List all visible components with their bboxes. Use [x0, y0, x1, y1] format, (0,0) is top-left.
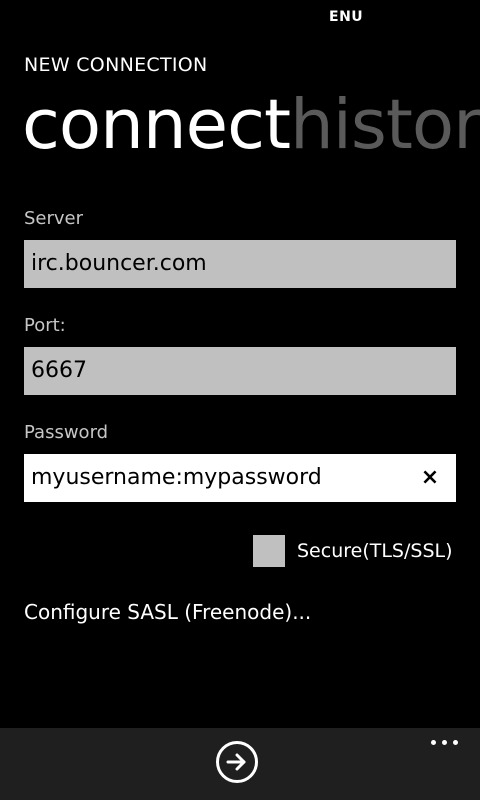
status-bar: ENU	[0, 0, 480, 34]
clear-icon[interactable]: ×	[418, 454, 442, 502]
pivot-tab-connect[interactable]: connect	[22, 82, 291, 168]
pivot-header-bar: connect history	[0, 82, 480, 172]
server-label: Server	[24, 208, 84, 229]
configure-sasl-link[interactable]: Configure SASL (Freenode)...	[24, 600, 311, 624]
ellipsis-icon[interactable]	[429, 738, 461, 748]
port-input[interactable]: 6667	[24, 347, 456, 395]
status-language: ENU	[329, 9, 364, 25]
secure-checkbox-row[interactable]: Secure(TLS/SSL)	[253, 535, 453, 567]
arrow-right-circle-icon	[226, 753, 246, 771]
secure-checkbox[interactable]	[253, 535, 285, 567]
app-bar	[0, 728, 480, 800]
port-label: Port:	[24, 315, 66, 336]
pivot-tab-history[interactable]: history	[290, 82, 480, 168]
ellipsis-dot	[453, 740, 458, 745]
ellipsis-dot	[442, 740, 447, 745]
connect-button[interactable]	[216, 741, 258, 783]
password-input-value: myusername:mypassword	[31, 465, 322, 490]
password-label: Password	[24, 422, 109, 443]
app-title: NEW CONNECTION	[24, 54, 208, 76]
secure-checkbox-label: Secure(TLS/SSL)	[297, 540, 453, 562]
password-input[interactable]: myusername:mypassword ×	[24, 454, 456, 502]
server-input[interactable]: irc.bouncer.com	[24, 240, 456, 288]
ellipsis-dot	[431, 740, 436, 745]
